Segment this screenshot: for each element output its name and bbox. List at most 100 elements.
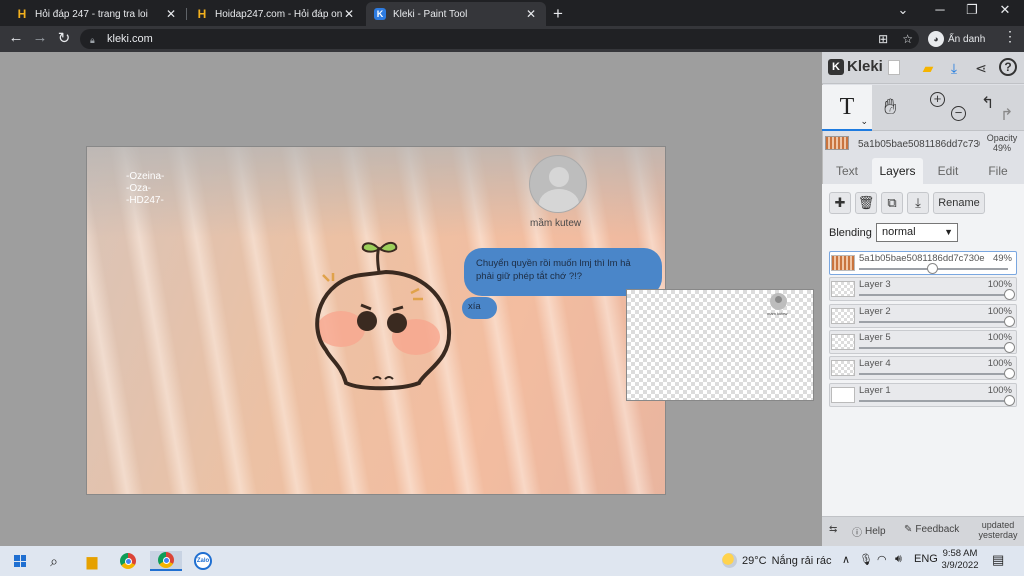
layer-row[interactable]: Layer 4 100%: [829, 356, 1017, 380]
back-button[interactable]: ←: [6, 29, 26, 46]
feedback-button[interactable]: ✎ Feedback: [904, 524, 959, 535]
layer-row[interactable]: Layer 3 100%: [829, 277, 1017, 301]
browser-tab-kleki[interactable]: K Kleki - Paint Tool ✕: [366, 2, 546, 26]
layer-opacity-slider[interactable]: [859, 373, 1008, 375]
undo-icon[interactable]: ↰: [981, 93, 994, 113]
bookmark-star-icon[interactable]: ☆: [902, 32, 913, 46]
tab-title: Kleki - Paint Tool: [393, 8, 468, 20]
blending-value: normal: [882, 226, 916, 238]
help-label: Help: [865, 526, 886, 537]
tab-title: Hoidap247.com - Hỏi đáp online: [215, 8, 342, 20]
kleki-icon: K: [374, 8, 386, 20]
browser-tab-hoidap-2[interactable]: H Hoidap247.com - Hỏi đáp online ✕: [188, 2, 364, 26]
tab-file[interactable]: File: [976, 158, 1020, 184]
layer-opacity-knob[interactable]: [1004, 289, 1015, 300]
close-window-button[interactable]: ✕: [990, 2, 1020, 18]
zoom-in-icon[interactable]: +: [930, 92, 945, 107]
rename-button[interactable]: Rename: [933, 192, 985, 214]
layer-opacity-slider[interactable]: [859, 347, 1008, 349]
volume-icon[interactable]: 🔊︎: [895, 553, 902, 566]
help-icon[interactable]: ?: [999, 58, 1017, 76]
hand-tool-icon[interactable]: ✋︎: [884, 94, 897, 120]
layer-row[interactable]: Layer 1 100%: [829, 383, 1017, 407]
layer-thumbnail: [831, 360, 855, 376]
mini-avatar: [770, 293, 787, 310]
url-text: kleki.com: [107, 33, 153, 45]
restore-button[interactable]: ❐: [957, 2, 987, 18]
layer-opacity-knob[interactable]: [1004, 395, 1015, 406]
blending-select[interactable]: normal ▼: [876, 223, 958, 242]
kleki-logo-text: Kleki: [847, 58, 883, 75]
updated-label[interactable]: updated yesterday: [976, 520, 1020, 540]
open-folder-icon[interactable]: ▰: [918, 58, 938, 78]
tray-chevron-up-icon[interactable]: ∧: [842, 553, 850, 566]
swap-side-icon[interactable]: ⇆: [829, 524, 837, 535]
layer-opacity-slider[interactable]: [859, 321, 1008, 323]
search-icon[interactable]: ⌕: [42, 551, 66, 571]
close-tab-icon[interactable]: ✕: [342, 7, 356, 21]
minimize-button[interactable]: ─: [925, 2, 955, 17]
forward-button[interactable]: →: [30, 29, 50, 46]
lock-icon: 🔒︎: [90, 34, 95, 45]
share-icon[interactable]: ⋖: [971, 58, 991, 78]
layer-name: Layer 2: [859, 306, 891, 317]
notification-icon[interactable]: ▤: [992, 552, 1004, 568]
chrome-taskbar-icon[interactable]: [116, 551, 140, 571]
taskbar-clock[interactable]: 9:58 AM 3/9/2022: [940, 548, 980, 572]
redo-icon[interactable]: ↱: [1000, 105, 1013, 125]
signature-line: -Ozeina-: [126, 171, 165, 182]
feedback-label: Feedback: [915, 524, 960, 535]
layer-thumbnail: [831, 308, 855, 324]
layer-opacity-knob[interactable]: [927, 263, 938, 274]
delete-layer-button[interactable]: 🗑︎: [855, 192, 877, 214]
tab-layers[interactable]: Layers: [872, 158, 923, 184]
clock-date: 3/9/2022: [941, 560, 979, 571]
tab-edit[interactable]: Edit: [927, 158, 969, 184]
opacity-readout: Opacity 49%: [984, 133, 1020, 153]
layer-opacity-knob[interactable]: [1004, 368, 1015, 379]
help-circle-icon: ⓘ: [852, 528, 862, 539]
tab-search-icon[interactable]: ⌄: [888, 2, 918, 18]
translate-icon[interactable]: ⊞: [878, 32, 888, 46]
microphone-icon[interactable]: 🎙︎: [859, 553, 873, 566]
new-tab-button[interactable]: +: [553, 4, 563, 24]
reload-button[interactable]: ↻: [54, 29, 74, 47]
layer-row[interactable]: Layer 5 100%: [829, 330, 1017, 354]
new-document-icon[interactable]: [888, 60, 900, 75]
weather-widget[interactable]: 29°C Nắng rải rác: [722, 553, 832, 568]
duplicate-layer-button[interactable]: ⧉: [881, 192, 903, 214]
address-bar[interactable]: 🔒︎ kleki.com ⊞ ☆: [80, 29, 919, 49]
browser-tab-hoidap-1[interactable]: H Hỏi đáp 247 - trang tra loi ✕: [8, 2, 186, 26]
layer-opacity-knob[interactable]: [1004, 342, 1015, 353]
tab-text[interactable]: Text: [826, 158, 868, 184]
incognito-profile-button[interactable]: ◕ Ẩn danh: [928, 29, 985, 49]
layer-opacity-knob[interactable]: [1004, 316, 1015, 327]
file-explorer-icon[interactable]: ▆: [80, 551, 104, 571]
layer-opacity-slider[interactable]: [859, 400, 1008, 402]
wifi-icon[interactable]: ◠: [877, 553, 887, 566]
layer-row[interactable]: 5a1b05bae5081186dd7c730e 49%: [829, 251, 1017, 275]
chrome-incognito-taskbar-icon[interactable]: [150, 551, 182, 571]
text-tool-button[interactable]: T ⌄: [822, 85, 872, 131]
layer-opacity: 49%: [992, 253, 1012, 264]
layer-preview-popup: mầm kutew: [626, 289, 814, 401]
zoom-out-icon[interactable]: −: [951, 106, 966, 121]
kleki-logo: K Kleki: [828, 58, 883, 75]
chevron-down-icon[interactable]: ⌄: [860, 117, 868, 126]
opacity-label: Opacity: [986, 133, 1018, 143]
windows-start-button[interactable]: [8, 551, 32, 571]
add-layer-button[interactable]: ✚: [829, 192, 851, 214]
merge-layer-button[interactable]: ⤓: [907, 192, 929, 214]
close-tab-icon[interactable]: ✕: [524, 7, 538, 21]
layer-opacity-slider[interactable]: [859, 294, 1008, 296]
close-tab-icon[interactable]: ✕: [164, 7, 178, 21]
zalo-taskbar-icon[interactable]: Zalo: [191, 551, 215, 571]
help-button[interactable]: ⓘ Help: [852, 524, 886, 539]
mini-name: mầm kutew: [767, 311, 788, 316]
download-icon[interactable]: ⤓: [944, 58, 964, 78]
layer-row[interactable]: Layer 2 100%: [829, 304, 1017, 328]
browser-menu-icon[interactable]: ⋮: [1003, 28, 1017, 45]
drawing-canvas[interactable]: -Ozeina- -Oza- -HD247- mầm kutew Chuyển …: [86, 146, 666, 495]
layer-name: Layer 3: [859, 279, 891, 290]
language-indicator[interactable]: ENG: [914, 553, 938, 565]
